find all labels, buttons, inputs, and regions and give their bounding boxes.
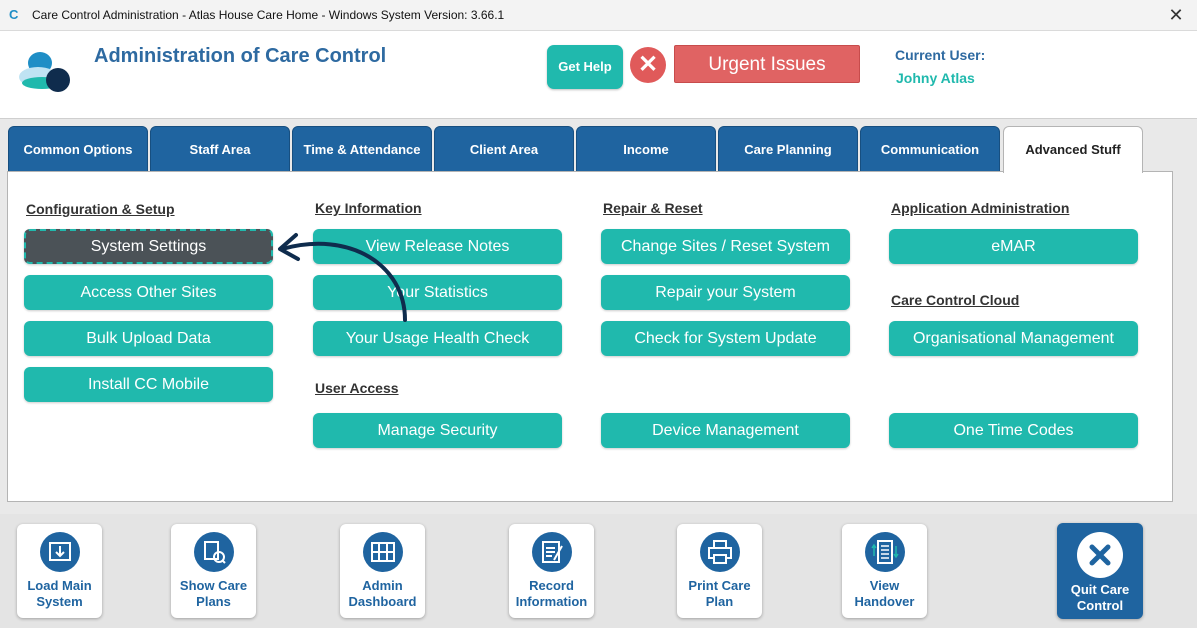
printer-icon (699, 532, 740, 572)
close-icon[interactable]: ✕ (1165, 4, 1187, 26)
access-other-sites-button[interactable]: Access Other Sites (24, 275, 273, 310)
bulk-upload-data-button[interactable]: Bulk Upload Data (24, 321, 273, 356)
your-statistics-button[interactable]: Your Statistics (313, 275, 562, 310)
quit-label: Control (1076, 598, 1124, 613)
admin-dashboard-tile[interactable]: Admin Dashboard (340, 524, 425, 618)
tab-staff-area[interactable]: Staff Area (150, 126, 290, 172)
tab-care-planning[interactable]: Care Planning (718, 126, 858, 172)
change-sites-button[interactable]: Change Sites / Reset System (601, 229, 850, 264)
manage-security-button[interactable]: Manage Security (313, 413, 562, 448)
get-help-button[interactable]: Get Help (547, 45, 623, 89)
quit-close-icon (1077, 532, 1123, 578)
install-cc-mobile-button[interactable]: Install CC Mobile (24, 367, 273, 402)
tile-label: View (869, 578, 900, 593)
section-care-control-cloud: Care Control Cloud (891, 292, 1020, 308)
tile-label: Handover (854, 594, 915, 609)
one-time-codes-button[interactable]: One Time Codes (889, 413, 1138, 448)
title-bar: C Care Control Administration - Atlas Ho… (0, 0, 1197, 31)
tile-label: System (36, 594, 83, 609)
current-user-label: Current User: (895, 47, 986, 63)
tile-label: Load Main (27, 578, 92, 593)
urgent-issues-button[interactable]: Urgent Issues (674, 45, 860, 83)
handover-list-icon (864, 532, 905, 572)
quit-care-control-button[interactable]: Quit Care Control (1057, 523, 1143, 619)
tile-label: Information (515, 594, 588, 609)
view-release-notes-button[interactable]: View Release Notes (313, 229, 562, 264)
tab-time-attendance[interactable]: Time & Attendance (292, 126, 432, 172)
device-management-button[interactable]: Device Management (601, 413, 850, 448)
edit-document-icon (531, 532, 572, 572)
dashboard-icon (362, 532, 403, 572)
tile-label: Record (529, 578, 574, 593)
current-user-name: Johny Atlas (896, 70, 975, 86)
logo-icon (19, 52, 70, 92)
view-handover-tile[interactable]: View Handover (842, 524, 927, 618)
app-icon: C (9, 7, 19, 22)
urgent-close-icon[interactable]: ✕ (630, 47, 666, 83)
section-user-access: User Access (315, 380, 399, 396)
tab-income[interactable]: Income (576, 126, 716, 172)
tab-common-options[interactable]: Common Options (8, 126, 148, 172)
tile-label: Show Care (179, 578, 248, 593)
print-care-plan-tile[interactable]: Print Care Plan (677, 524, 762, 618)
load-system-icon (39, 532, 80, 572)
window-title: Care Control Administration - Atlas Hous… (32, 8, 505, 22)
header: Administration of Care Control Get Help … (0, 31, 1197, 119)
tile-label: Print Care (688, 578, 751, 593)
emar-button[interactable]: eMAR (889, 229, 1138, 264)
record-information-tile[interactable]: Record Information (509, 524, 594, 618)
section-application-administration: Application Administration (891, 200, 1070, 216)
repair-system-button[interactable]: Repair your System (601, 275, 850, 310)
system-settings-button[interactable]: System Settings (24, 229, 273, 264)
quit-label: Quit Care (1070, 582, 1130, 597)
tab-advanced-stuff[interactable]: Advanced Stuff (1003, 126, 1143, 173)
load-main-system-tile[interactable]: Load Main System (17, 524, 102, 618)
bottom-toolbar: Load Main System Show Care Plans Admin Dash… (0, 514, 1197, 628)
check-update-button[interactable]: Check for System Update (601, 321, 850, 356)
section-configuration-setup: Configuration & Setup (26, 201, 175, 217)
organisational-management-button[interactable]: Organisational Management (889, 321, 1138, 356)
page-title: Administration of Care Control (94, 45, 387, 67)
tab-communication[interactable]: Communication (860, 126, 1000, 172)
tile-label: Dashboard (348, 594, 417, 609)
tab-client-area[interactable]: Client Area (434, 126, 574, 172)
section-repair-reset: Repair & Reset (603, 200, 703, 216)
show-care-plans-tile[interactable]: Show Care Plans (171, 524, 256, 618)
tile-label: Plans (196, 594, 231, 609)
care-plans-search-icon (193, 532, 234, 572)
usage-health-check-button[interactable]: Your Usage Health Check (313, 321, 562, 356)
tile-label: Admin (362, 578, 403, 593)
tile-label: Plan (705, 594, 734, 609)
section-key-information: Key Information (315, 200, 422, 216)
